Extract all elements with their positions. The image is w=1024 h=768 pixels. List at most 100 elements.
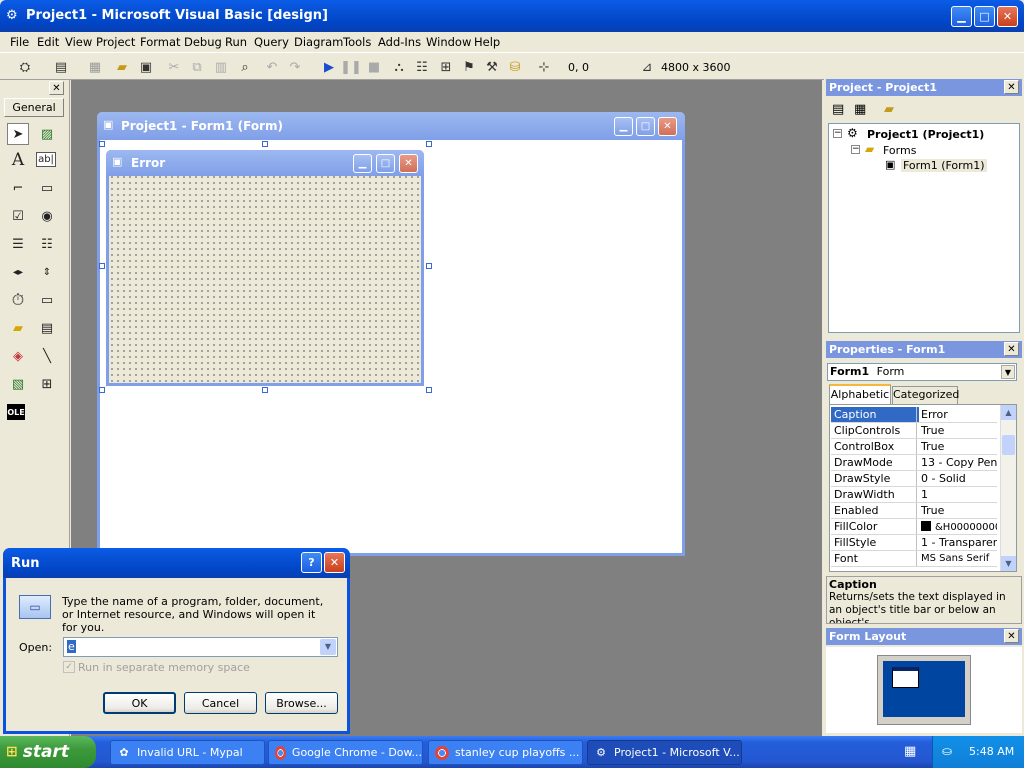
minimize-button[interactable]: ▁ — [951, 6, 972, 27]
form-layout-close-button[interactable]: ✕ — [1004, 629, 1019, 643]
tree-folder-collapse-icon[interactable]: − — [851, 145, 860, 154]
menu-file[interactable]: File — [10, 35, 29, 51]
combo-box-icon[interactable]: ☰ — [7, 233, 29, 255]
property-value[interactable]: Error — [919, 407, 997, 422]
main-title-bar[interactable]: ⚙ Project1 - Microsoft Visual Basic [des… — [0, 0, 1024, 32]
form-maximize-button[interactable]: □ — [636, 117, 655, 136]
view-code-icon[interactable]: ▤ — [832, 102, 844, 117]
resize-handle-br[interactable] — [426, 387, 432, 393]
view-object-icon[interactable]: ▦ — [854, 102, 866, 117]
separate-memory-checkbox[interactable]: ✓ — [63, 661, 75, 673]
break-icon[interactable]: ❚❚ — [340, 58, 362, 76]
menu-editor-icon[interactable]: ▦ — [86, 58, 104, 76]
property-row[interactable]: Font MS Sans Serif — [831, 551, 997, 567]
design-form-title-bar[interactable]: ▣ Error ▁ □ ✕ — [106, 150, 424, 176]
menu-help[interactable]: Help — [474, 35, 500, 51]
ole-icon[interactable]: OLE — [7, 404, 25, 420]
menu-window[interactable]: Window — [426, 35, 471, 51]
tree-collapse-icon[interactable]: − — [833, 129, 842, 138]
menu-tools[interactable]: Tools — [343, 35, 371, 51]
dir-list-icon[interactable]: ▰ — [7, 317, 29, 339]
start-icon[interactable]: ▶ — [320, 58, 338, 76]
browse-button[interactable]: Browse... — [265, 692, 338, 714]
form-position-preview[interactable] — [892, 667, 919, 688]
property-row[interactable]: ClipControls True — [831, 423, 997, 439]
property-row[interactable]: FillStyle 1 - Transparent — [831, 535, 997, 551]
scroll-down-icon[interactable]: ▼ — [1001, 556, 1016, 571]
list-box-icon[interactable]: ☷ — [36, 233, 58, 255]
line-icon[interactable]: ╲ — [36, 345, 58, 367]
resize-handle-ml[interactable] — [99, 263, 105, 269]
property-row[interactable]: DrawMode 13 - Copy Pen — [831, 455, 997, 471]
tree-form-node[interactable]: Form1 (Form1) — [901, 159, 987, 172]
run-help-button[interactable]: ? — [301, 552, 322, 573]
taskbar-item-chrome-stanley[interactable]: stanley cup playoffs ... — [428, 740, 583, 765]
resize-handle-tm[interactable] — [262, 141, 268, 147]
open-dropdown-icon[interactable]: ▼ — [320, 639, 336, 655]
object-selector[interactable]: Form1 Form ▼ — [827, 363, 1017, 381]
option-button-icon[interactable]: ◉ — [36, 205, 58, 227]
form-minimize-button[interactable]: ▁ — [614, 117, 633, 136]
frame-icon[interactable]: ⌐ — [7, 177, 29, 199]
image-icon[interactable]: ▧ — [7, 373, 29, 395]
resize-handle-bl[interactable] — [99, 387, 105, 393]
taskbar-item-mypal[interactable]: ✿ Invalid URL - Mypal — [110, 740, 265, 765]
add-form-icon[interactable]: ▤ — [52, 58, 70, 76]
drive-list-icon[interactable]: ▭ — [36, 289, 58, 311]
hscroll-icon[interactable]: ◂▸ — [7, 261, 29, 283]
property-value[interactable]: 13 - Copy Pen — [919, 455, 997, 470]
menu-diagram[interactable]: Diagram — [294, 35, 343, 51]
scroll-thumb[interactable] — [1002, 435, 1015, 455]
tab-alphabetic[interactable]: Alphabetic — [829, 384, 891, 404]
file-list-icon[interactable]: ▤ — [36, 317, 58, 339]
maximize-button[interactable]: □ — [974, 6, 995, 27]
property-value-fillcolor[interactable]: &H00000000 — [919, 519, 997, 534]
menu-edit[interactable]: Edit — [37, 35, 59, 51]
property-row[interactable]: Enabled True — [831, 503, 997, 519]
menu-query[interactable]: Query — [254, 35, 289, 51]
label-icon[interactable]: A — [7, 149, 29, 171]
toggle-folders-icon[interactable]: ▰ — [884, 102, 894, 117]
property-row[interactable]: DrawStyle 0 - Solid — [831, 471, 997, 487]
property-value[interactable]: 1 — [919, 487, 997, 502]
form-close-button[interactable]: ✕ — [658, 117, 677, 136]
toolbox-general-tab[interactable]: General — [4, 98, 64, 117]
data-control-icon[interactable]: ⊞ — [36, 373, 58, 395]
keyboard-icon[interactable]: ▦ — [904, 744, 916, 759]
timer-icon[interactable]: ⏱ — [7, 289, 29, 311]
picture-box-icon[interactable]: ▨ — [36, 123, 58, 145]
resize-handle-mr[interactable] — [426, 263, 432, 269]
save-icon[interactable]: ▣ — [137, 58, 155, 76]
redo-icon[interactable]: ↷ — [286, 58, 304, 76]
find-icon[interactable]: ⌕ — [236, 58, 254, 76]
copy-icon[interactable]: ⧉ — [188, 58, 206, 76]
clock[interactable]: 5:48 AM — [969, 745, 1014, 758]
cancel-button[interactable]: Cancel — [184, 692, 257, 714]
resize-handle-bm[interactable] — [262, 387, 268, 393]
paste-icon[interactable]: ▥ — [212, 58, 230, 76]
scroll-up-icon[interactable]: ▲ — [1001, 405, 1016, 420]
property-row[interactable]: ControlBox True — [831, 439, 997, 455]
start-button[interactable]: ⊞ start — [0, 736, 96, 768]
tree-project-node[interactable]: Project1 (Project1) — [867, 128, 984, 141]
cut-icon[interactable]: ✂ — [165, 58, 183, 76]
form-designer-title-bar[interactable]: ▣ Project1 - Form1 (Form) ▁ □ ✕ — [97, 112, 685, 140]
property-value[interactable]: 1 - Transparent — [919, 535, 997, 550]
property-value[interactable]: 0 - Solid — [919, 471, 997, 486]
ok-button[interactable]: OK — [103, 692, 176, 714]
undo-icon[interactable]: ↶ — [263, 58, 281, 76]
menu-project[interactable]: Project — [96, 35, 135, 51]
object-browser-icon[interactable]: ⚑ — [460, 58, 478, 76]
toolbox-icon[interactable]: ⚒ — [483, 58, 501, 76]
design-form-maximize-button[interactable]: □ — [376, 154, 395, 173]
run-close-button[interactable]: ✕ — [324, 552, 345, 573]
open-folder-icon[interactable]: ▰ — [113, 58, 131, 76]
project-explorer-icon[interactable]: ⛬ — [390, 58, 408, 76]
close-button[interactable]: ✕ — [997, 6, 1018, 27]
project-explorer-close-button[interactable]: ✕ — [1004, 80, 1019, 94]
design-form-minimize-button[interactable]: ▁ — [353, 154, 372, 173]
textbox-icon[interactable]: ab| — [36, 152, 56, 167]
toolbox-close-button[interactable]: ✕ — [49, 81, 64, 95]
checkbox-icon[interactable]: ☑ — [7, 205, 29, 227]
run-dialog-title-bar[interactable]: Run ? ✕ — [3, 548, 350, 578]
